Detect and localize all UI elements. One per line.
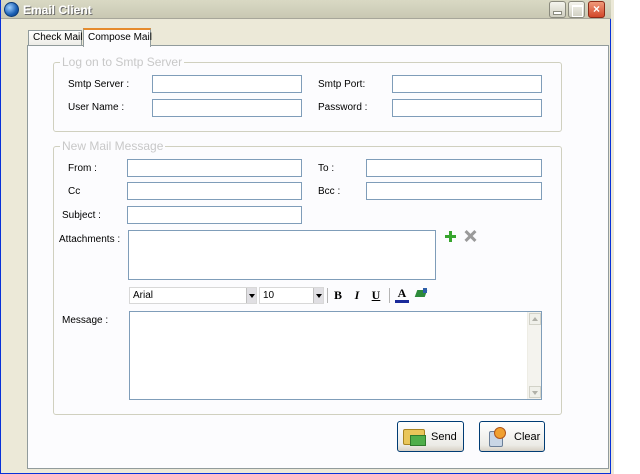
font-color-icon[interactable]: A — [395, 287, 409, 303]
password-label: Password : — [318, 102, 368, 113]
smtp-group-title: Log on to Smtp Server — [60, 55, 185, 69]
maximize-button[interactable] — [568, 1, 585, 18]
bcc-input[interactable] — [366, 182, 542, 200]
to-input[interactable] — [366, 159, 542, 177]
subject-label: Subject : — [62, 210, 101, 221]
italic-button[interactable]: I — [350, 288, 364, 303]
smtp-server-input[interactable] — [152, 75, 302, 93]
clear-button-label: Clear — [514, 431, 541, 443]
send-button-label: Send — [431, 431, 457, 443]
toolbar-separator — [389, 288, 390, 303]
font-size-select[interactable]: 10 — [259, 287, 324, 304]
chevron-down-icon[interactable] — [313, 288, 323, 303]
username-label: User Name : — [68, 102, 125, 113]
chevron-down-icon[interactable] — [246, 288, 256, 303]
window-title: Email Client — [23, 3, 92, 17]
remove-attachment-x-icon[interactable] — [464, 230, 476, 242]
to-label: To : — [318, 163, 335, 174]
smtp-port-label: Smtp Port: — [318, 79, 366, 90]
desktop-background — [611, 0, 640, 474]
from-label: From : — [68, 163, 97, 174]
send-mail-icon — [403, 429, 426, 446]
highlight-icon[interactable] — [415, 288, 429, 300]
send-button[interactable]: Send — [397, 421, 464, 452]
font-size-value: 10 — [263, 290, 275, 301]
subject-input[interactable] — [127, 206, 302, 224]
new-message-group-title: New Mail Message — [60, 139, 166, 153]
attachments-label: Attachments : — [59, 234, 121, 245]
message-scrollbar[interactable] — [527, 312, 541, 399]
smtp-port-input[interactable] — [392, 75, 542, 93]
scroll-down-arrow-icon[interactable] — [529, 386, 541, 398]
underline-button[interactable]: U — [369, 288, 383, 303]
bcc-label: Bcc : — [318, 186, 341, 197]
smtp-group: Log on to Smtp Server — [53, 55, 562, 132]
clear-icon — [487, 427, 506, 447]
username-input[interactable] — [152, 99, 302, 117]
tab-compose-mail[interactable]: Compose Mail — [83, 28, 152, 47]
message-body-textarea[interactable] — [129, 311, 542, 400]
attachments-list[interactable] — [128, 230, 436, 280]
font-family-select[interactable]: Arial — [129, 287, 257, 304]
from-input[interactable] — [127, 159, 302, 177]
main-window: Email Client × Check Mail Compose Mail L… — [0, 0, 612, 474]
font-family-value: Arial — [133, 290, 154, 301]
bold-button[interactable]: B — [331, 288, 345, 303]
minimize-button[interactable] — [549, 1, 566, 18]
close-button[interactable]: × — [588, 1, 605, 18]
tab-check-mail[interactable]: Check Mail — [28, 30, 82, 46]
toolbar-separator — [327, 288, 328, 303]
clear-button[interactable]: Clear — [479, 421, 545, 452]
message-label: Message : — [62, 315, 109, 326]
globe-icon — [4, 2, 19, 17]
add-attachment-plus-icon[interactable] — [445, 231, 456, 242]
cc-input[interactable] — [127, 182, 302, 200]
title-bar[interactable]: Email Client × — [1, 0, 612, 19]
scroll-up-arrow-icon[interactable] — [529, 313, 541, 325]
cc-label: Cc — [68, 186, 81, 197]
password-input[interactable] — [392, 99, 542, 117]
smtp-server-label: Smtp Server : — [68, 79, 130, 90]
